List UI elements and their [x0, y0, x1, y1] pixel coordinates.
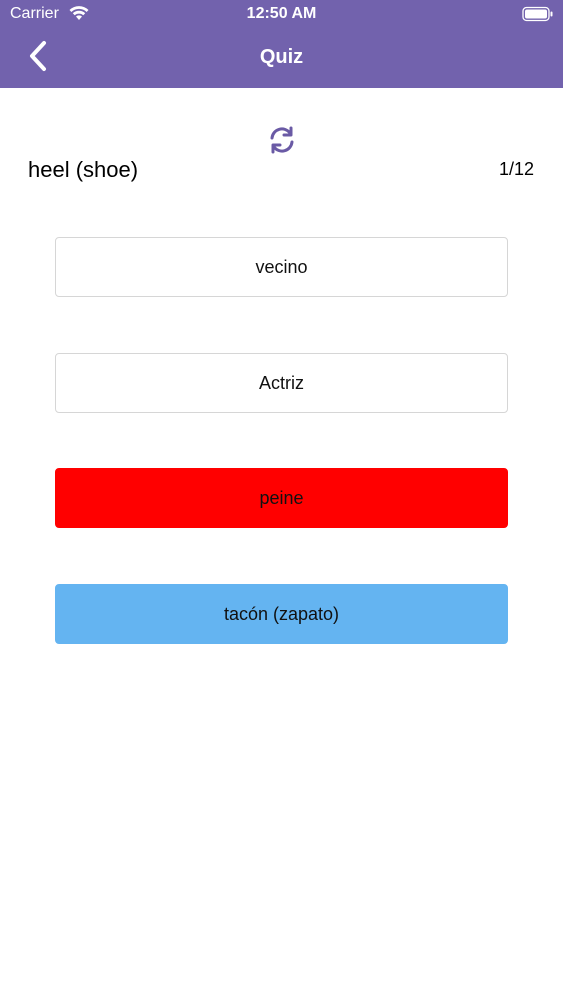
refresh-button[interactable]	[262, 124, 302, 160]
refresh-icon	[267, 125, 297, 160]
header: Carrier 12:50 AM Quiz	[0, 0, 563, 88]
status-time: 12:50 AM	[246, 5, 317, 22]
answer-option-3[interactable]: peine	[55, 468, 508, 528]
nav-bar: Quiz	[0, 30, 563, 88]
question-counter: 1/12	[498, 159, 534, 179]
answer-option-2[interactable]: Actriz	[55, 353, 508, 413]
answer-option-1[interactable]: vecino	[55, 237, 508, 297]
battery-icon	[522, 6, 554, 22]
answer-option-4[interactable]: tacón (zapato)	[55, 584, 508, 644]
question-text: heel (shoe)	[28, 157, 139, 182]
page-title: Quiz	[259, 46, 304, 68]
status-bar: Carrier 12:50 AM	[0, 0, 563, 30]
